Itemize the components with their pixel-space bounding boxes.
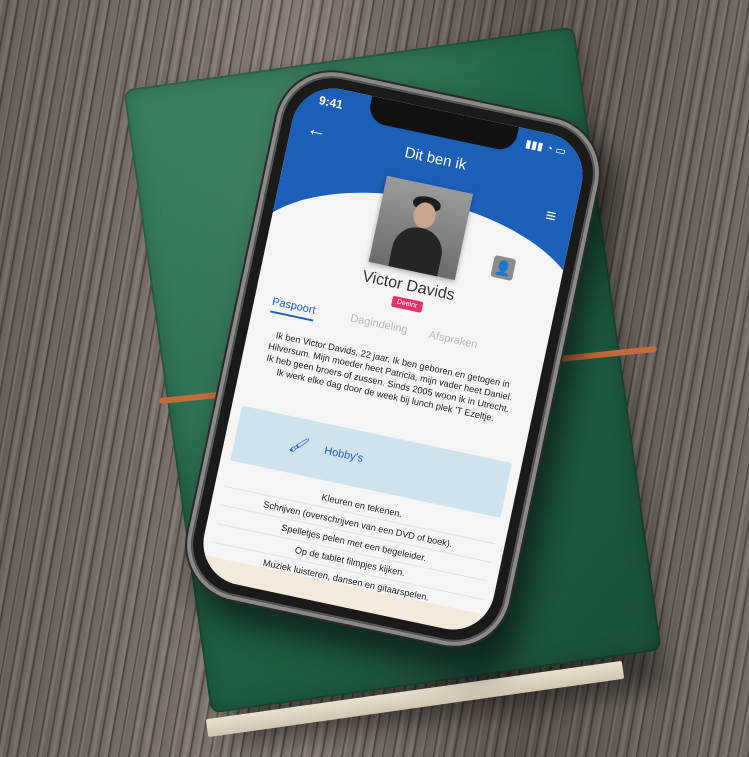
- profile-photo: [368, 175, 474, 281]
- tab-dagindeling[interactable]: Dagindeling: [349, 312, 408, 336]
- paint-roller-icon: 🖌: [287, 435, 311, 457]
- hobbies-label: Hobby's: [323, 444, 365, 465]
- scene: 9:41 ▮▮▮ ◔ ▭ ← Dit ben ik ≡ 👤 Victor Dav…: [0, 0, 749, 757]
- tab-paspoort[interactable]: Paspoort: [269, 295, 317, 322]
- tab-afspraken[interactable]: Afspraken: [428, 329, 479, 351]
- user-edit-icon[interactable]: 👤: [490, 254, 517, 281]
